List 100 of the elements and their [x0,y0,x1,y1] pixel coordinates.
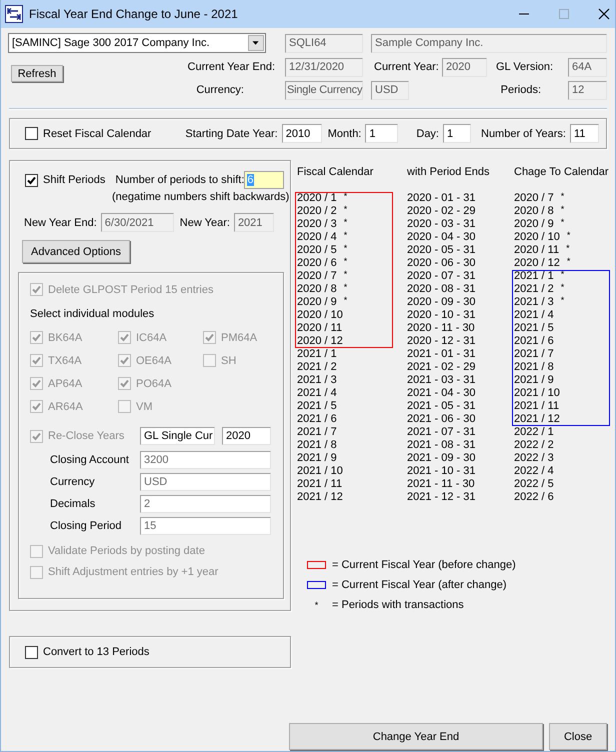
calendar-entry: 2020 / 12 [295,335,393,348]
calendar-entry: 2021 - 09 - 30 [407,452,476,465]
calendar-entry: 2022 / 2 [514,439,555,452]
checkbox-label[interactable]: Shift Periods [43,174,106,186]
calendar-entry: 2021 - 08 - 31 [407,439,476,452]
calendar-entry: 2020 - 09 - 30 [407,296,476,309]
calendar-entry: 2021 / 7 [297,426,338,439]
field-label: Decimals [50,498,96,510]
calendar-entry: 2021 / 11 [297,478,344,491]
calendar-entry: 2022 / 5 [514,478,555,491]
text-field[interactable]: 2020 [442,58,487,76]
calendar-entry: 2020 - 11 - 30 [407,322,476,335]
calendar-entry: 2020 - 06 - 30 [407,257,476,270]
field-label: Number of periods to shift: [115,174,244,186]
calendar-entry: 2021 / 9 [512,374,610,387]
text-field[interactable]: 12/31/2020 [285,58,363,76]
calendar-entry: 2020 / 1 * [295,192,393,205]
text-field[interactable]: 2010 [282,124,322,143]
checkbox[interactable] [25,646,38,658]
calendar-entry: 2021 / 2 * [512,283,610,296]
company-dropdown[interactable]: [SAMINC] Sage 300 2017 Company Inc. [8,33,266,53]
text-field[interactable]: 11 [570,124,599,143]
calendar-entry: 2021 / 7 [512,348,610,361]
calendar-entry: 2020 - 07 - 31 [407,270,476,283]
field-label: Current Year End: [188,61,275,73]
calendar-entry: 2021 - 06 - 30 [407,413,476,426]
calendar-entry: 2020 / 2 * [295,205,393,218]
calendar-entry: 2020 / 9 * [514,218,566,231]
calendar-entry: 2020 - 10 - 31 [407,309,476,322]
calendar-entry: 2020 / 8 * [295,283,393,296]
checkbox-label[interactable]: Reset Fiscal Calendar [43,128,152,140]
calendar-entry: 2020 / 12 * [514,257,572,270]
calendar-entry: 2020 - 12 - 31 [407,335,476,348]
field-label: New Year End: [24,216,97,228]
checkbox[interactable] [25,174,38,186]
field-label: Closing Account [50,454,129,466]
calendar-entry: 2021 / 6 [297,413,338,426]
calendar-entry: 2021 / 10 [512,387,610,400]
calendar-entry: 2021 / 6 [512,335,610,348]
calendar-entry: 2020 - 02 - 29 [407,205,476,218]
calendar-entry: 2021 / 9 [297,452,338,465]
text-field[interactable]: 1 [365,124,398,143]
change-year-end-button[interactable]: Change Year End [289,723,543,750]
calendar-entry: 2021 - 07 - 31 [407,426,476,439]
field-label: Currency [50,476,95,488]
legend-text: = Current Fiscal Year (after change) [332,579,507,591]
calendar-entry: 2021 - 10 - 31 [407,465,476,478]
field-label: Currency: [196,84,244,96]
field-label: New Year: [180,216,230,228]
text-field[interactable]: Sample Company Inc. [371,34,607,52]
calendar-entry: 2020 - 08 - 31 [407,283,476,296]
calendar-entry: 2020 / 8 * [514,205,566,218]
text-field[interactable]: 64A [568,58,607,76]
field-label: Current Year: [374,61,439,73]
legend-text: = Periods with transactions [332,599,464,611]
field-label: Number of Years: [481,128,566,140]
calendar-entry: 2020 / 11 [295,322,393,335]
field-label: Periods: [500,84,541,96]
calendar-entry: 2021 / 3 [297,374,338,387]
text-field[interactable]: SQLI64 [285,34,363,52]
calendar-entry: 2020 / 5 * [295,244,393,257]
calendar-entry: 2021 / 10 [297,465,344,478]
text-field[interactable]: Single Currency [285,80,363,100]
calendar-entry: 2021 - 01 - 31 [407,348,476,361]
column-header: Chage To Calendar [514,166,610,180]
refresh-button[interactable]: Refresh [11,65,63,82]
calendar-entry: 2022 / 1 [514,426,555,439]
calendar-entry: 2021 - 12 - 31 [407,491,476,504]
legend-text: = Current Fiscal Year (before change) [332,559,516,571]
calendar-entry: 2021 / 8 [297,439,338,452]
calendar-entry: 2021 - 02 - 29 [407,361,476,374]
calendar-entry: 2022 / 6 [514,491,555,504]
calendar-entry: 2021 / 1 * [512,270,610,283]
calendar-entry: 2021 / 3 * [512,296,610,309]
advanced-options-button[interactable]: Advanced Options [22,240,130,263]
calendar-entry: 2021 - 05 - 31 [407,400,476,413]
calendar-entry: 2020 / 10 * [514,231,572,244]
field-label: Starting Date Year: [185,128,278,140]
column-header: with Period Ends [407,166,491,180]
calendar-entry: 2021 / 5 [297,400,338,413]
checkbox-label[interactable]: Convert to 13 Periods [43,646,150,658]
hint-text: (negatime numbers shift backwards) [111,191,290,203]
calendar-entry: 2021 / 12 [297,491,344,504]
text-field[interactable]: 6/30/2021 [100,213,174,232]
calendar-entry: 2020 - 04 - 30 [407,231,476,244]
text-field[interactable]: 1 [443,124,471,143]
calendar-entry: 2021 / 1 [297,348,338,361]
text-field[interactable]: 12 [568,80,607,100]
app-icon [5,5,23,23]
calendar-entry: 2021 / 5 [512,322,610,335]
checkbox[interactable] [25,127,38,140]
calendar-entry: 2021 / 4 [297,387,338,400]
column-header: Fiscal Calendar [297,166,374,180]
calendar-entry: 2020 / 7 * [514,192,566,205]
calendar-entry: 2021 - 03 - 31 [407,374,476,387]
calendar-entry: 2021 - 04 - 30 [407,387,476,400]
text-field[interactable]: USD [371,80,409,100]
text-field[interactable]: 2021 [234,213,274,232]
calendar-entry: 2021 / 8 [512,361,610,374]
close-button[interactable]: Close [549,723,607,750]
